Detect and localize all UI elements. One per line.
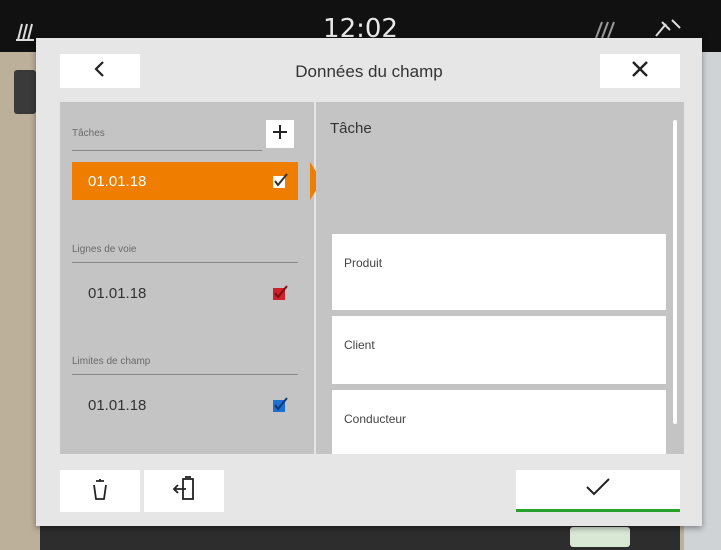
trackline-item-label: 01.01.18 [88,284,147,302]
export-icon [172,475,196,507]
detail-scrollbar[interactable] [673,120,677,424]
chevron-left-icon [93,60,107,83]
boundary-item[interactable]: 01.01.18 [72,386,306,424]
task-item-selected[interactable]: 01.01.18 [72,162,322,200]
client-field-label: Client [344,338,375,352]
delete-button[interactable] [60,470,140,512]
checkbox-blue-icon [272,397,288,413]
client-field[interactable]: Client [332,316,666,384]
task-item-label: 01.01.18 [88,172,147,190]
background-indicator [570,527,630,547]
trackline-item[interactable]: 01.01.18 [72,274,306,312]
tracklines-section-divider [72,262,298,263]
product-field-label: Produit [344,256,383,270]
boundaries-section-label: Limites de champ [72,356,151,367]
boundary-item-label: 01.01.18 [88,396,147,414]
checkbox-icon [272,173,288,189]
back-button[interactable] [60,54,140,88]
trash-icon [90,477,110,506]
product-field[interactable]: Produit [332,234,666,310]
data-list-panel: Tâches 01.01.18 Lignes de voie 01.01.18 … [60,102,322,454]
plus-icon [272,124,288,145]
confirm-button[interactable] [516,470,680,512]
export-button[interactable] [144,470,224,512]
field-data-dialog: Données du champ Tâches 01.01.18 Lignes … [36,38,702,526]
task-detail-heading: Tâche [330,120,372,137]
tasks-section-label: Tâches [72,128,105,139]
add-task-button[interactable] [266,120,294,148]
background-menu-button [14,70,36,114]
checkmark-icon [585,477,611,502]
checkbox-red-icon [272,285,288,301]
tasks-section-divider [72,150,262,151]
driver-field-label: Conducteur [344,412,407,426]
close-icon [630,59,650,84]
close-button[interactable] [600,54,680,88]
tracklines-section-label: Lignes de voie [72,244,137,255]
dialog-title: Données du champ [295,62,443,81]
driver-field[interactable]: Conducteur [332,390,666,454]
task-detail-panel: Tâche Produit Client Conducteur [316,102,684,454]
boundaries-section-divider [72,374,298,375]
